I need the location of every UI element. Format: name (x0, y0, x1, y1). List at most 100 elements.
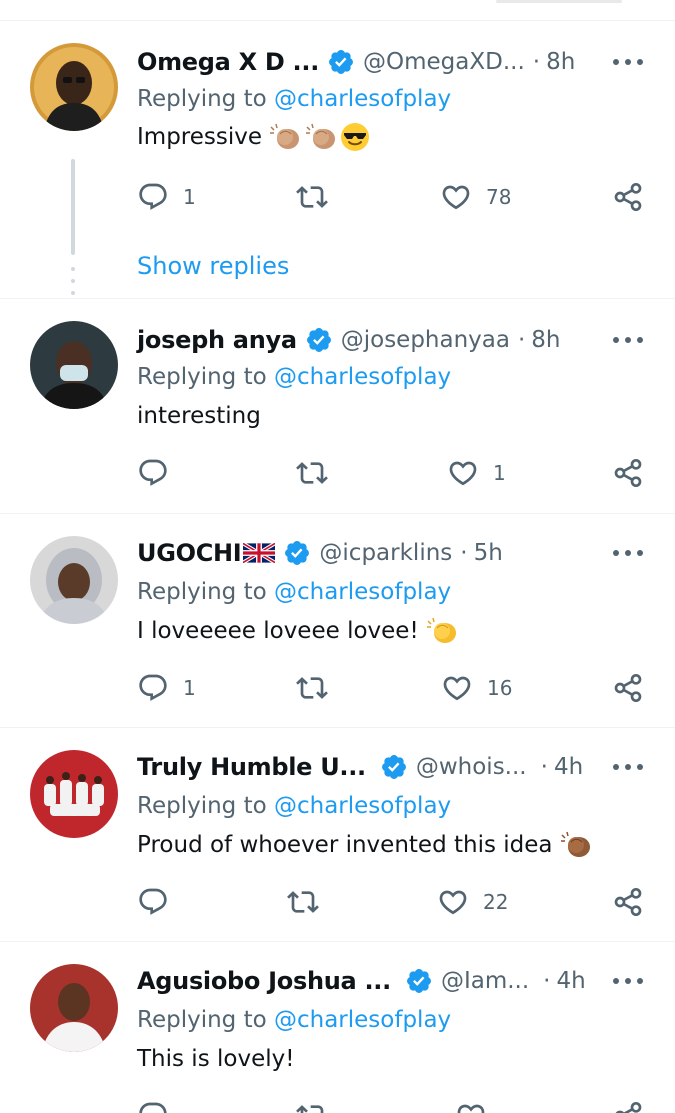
author-name[interactable]: Omega X D ... (137, 48, 319, 76)
separator-dot: · (540, 754, 548, 780)
tweet-header: UGOCHI @icparklins · 5h (137, 536, 503, 570)
tweet-reply[interactable]: Omega X D ... @OmegaXD... · 8h Replying … (0, 21, 675, 299)
share-button[interactable] (612, 886, 644, 918)
reply-icon (137, 672, 169, 704)
tweet-reply[interactable]: Truly Humble U... @whois... · 4h Replyin… (0, 728, 675, 942)
retweet-icon (296, 181, 328, 213)
like-button[interactable]: 1 (447, 457, 506, 489)
replying-prefix: Replying to (137, 579, 274, 605)
author-handle[interactable]: @icparklins (319, 540, 452, 566)
like-button[interactable]: 78 (440, 181, 511, 213)
like-button[interactable]: 22 (437, 886, 508, 918)
clapping-hands-emoji (425, 616, 459, 646)
share-button[interactable] (612, 672, 644, 704)
replying-to: Replying to @charlesofplay (137, 579, 451, 605)
active-tab-indicator (496, 0, 622, 3)
verified-badge-icon (405, 967, 433, 995)
replying-prefix: Replying to (137, 793, 274, 819)
like-button[interactable] (455, 1100, 487, 1113)
verified-badge-icon (305, 326, 333, 354)
author-name[interactable]: joseph anya (137, 326, 297, 354)
retweet-button[interactable] (296, 672, 342, 704)
tweet-header: Truly Humble U... @whois... · 4h (137, 750, 583, 784)
share-button[interactable] (612, 457, 644, 489)
share-button[interactable] (612, 181, 644, 213)
verified-badge-icon (283, 539, 311, 567)
tweet-text: interesting (137, 403, 261, 429)
tweet-reply[interactable]: UGOCHI @icparklins · 5h Replying to @cha… (0, 514, 675, 728)
tweet-text: This is lovely! (137, 1046, 294, 1072)
timestamp[interactable]: 4h (556, 968, 585, 994)
reply-icon (137, 886, 169, 918)
tweet-reply[interactable]: joseph anya @josephanyaa · 8h Replying t… (0, 299, 675, 514)
replying-prefix: Replying to (137, 86, 274, 112)
avatar[interactable] (30, 321, 118, 409)
author-handle[interactable]: @Iam... (441, 968, 529, 994)
author-handle[interactable]: @OmegaXD... (363, 49, 525, 75)
replying-to: Replying to @charlesofplay (137, 86, 451, 112)
tweet-reply[interactable]: Agusiobo Joshua ... @Iam... · 4h Replyin… (0, 942, 675, 1113)
tweet-body: Impressive (137, 124, 263, 150)
retweet-icon (296, 672, 328, 704)
timestamp[interactable]: 8h (531, 327, 560, 353)
verified-badge-icon (380, 753, 408, 781)
reply-button[interactable] (137, 1100, 169, 1113)
reply-button[interactable] (137, 457, 183, 489)
mention-link[interactable]: @charlesofplay (274, 364, 451, 390)
avatar[interactable] (30, 536, 118, 624)
show-replies-link[interactable]: Show replies (137, 252, 289, 280)
reply-icon (137, 181, 169, 213)
replying-prefix: Replying to (137, 364, 274, 390)
share-icon (612, 886, 644, 918)
retweet-button[interactable] (296, 1100, 328, 1113)
author-handle[interactable]: @josephanyaa (341, 327, 510, 353)
heart-icon (441, 672, 473, 704)
more-options-icon[interactable] (613, 57, 643, 67)
tweet-body: I loveeeee loveee lovee! (137, 618, 419, 644)
author-name[interactable]: Agusiobo Joshua ... (137, 967, 391, 995)
tweet-text: Impressive (137, 122, 370, 152)
retweet-button[interactable] (296, 457, 342, 489)
timestamp[interactable]: 4h (554, 754, 583, 780)
like-count: 1 (493, 461, 506, 485)
reply-button[interactable]: 1 (137, 181, 196, 213)
timestamp[interactable]: 8h (546, 49, 575, 75)
like-button[interactable]: 16 (441, 672, 512, 704)
share-icon (612, 181, 644, 213)
author-name[interactable]: UGOCHI (137, 539, 242, 567)
clapping-hands-emoji (268, 122, 302, 152)
mention-link[interactable]: @charlesofplay (274, 86, 451, 112)
more-options-icon[interactable] (613, 976, 643, 986)
retweet-button[interactable] (296, 181, 342, 213)
tweet-header: Agusiobo Joshua ... @Iam... · 4h (137, 964, 586, 998)
mention-link[interactable]: @charlesofplay (274, 1007, 451, 1033)
timestamp[interactable]: 5h (474, 540, 503, 566)
retweet-button[interactable] (287, 886, 333, 918)
clapping-hands-emoji (304, 122, 338, 152)
more-options-icon[interactable] (613, 762, 643, 772)
clapping-hands-emoji (559, 830, 593, 860)
avatar[interactable] (30, 750, 118, 838)
tweet-body: This is lovely! (137, 1046, 295, 1072)
author-handle[interactable]: @whois... (416, 754, 527, 780)
mention-link[interactable]: @charlesofplay (274, 793, 451, 819)
like-count: 16 (487, 676, 513, 700)
reply-button[interactable] (137, 886, 183, 918)
reply-button[interactable]: 1 (137, 672, 196, 704)
sunglasses-face-emoji (340, 122, 370, 152)
more-options-icon[interactable] (613, 335, 643, 345)
replying-to: Replying to @charlesofplay (137, 364, 451, 390)
heart-icon (447, 457, 479, 489)
author-name[interactable]: Truly Humble U... (137, 753, 366, 781)
retweet-icon (296, 457, 328, 489)
reply-count: 1 (183, 676, 196, 700)
tweet-body: Proud of whoever invented this idea (137, 832, 553, 858)
more-options-icon[interactable] (613, 548, 643, 558)
mention-link[interactable]: @charlesofplay (274, 579, 451, 605)
verified-badge-icon (327, 48, 355, 76)
share-button[interactable] (612, 1100, 644, 1113)
top-tab-bar (0, 0, 675, 21)
avatar[interactable] (30, 43, 118, 131)
share-icon (612, 457, 644, 489)
avatar[interactable] (30, 964, 118, 1052)
